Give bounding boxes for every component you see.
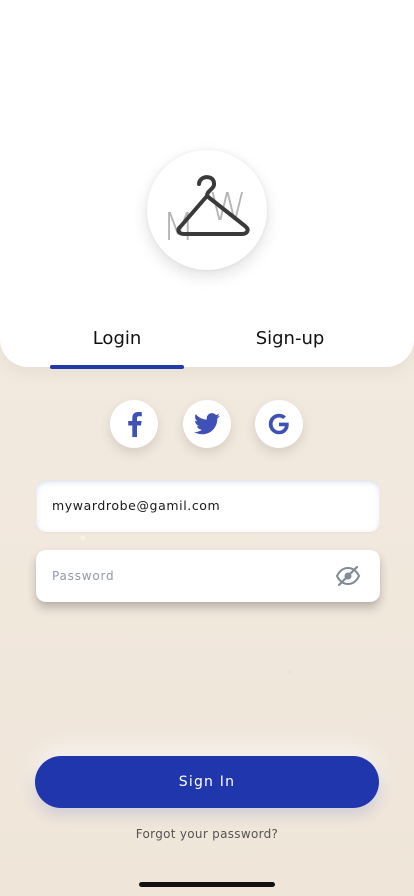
google-login-button[interactable]	[255, 400, 303, 448]
app-logo: M W	[147, 150, 267, 270]
home-indicator	[139, 882, 275, 887]
header-card: M W Login Sign-up	[0, 0, 414, 367]
hanger-icon	[176, 175, 250, 236]
twitter-login-button[interactable]	[183, 400, 231, 448]
facebook-login-button[interactable]	[110, 400, 158, 448]
tab-signup[interactable]: Sign-up	[232, 328, 348, 352]
tab-login[interactable]: Login	[50, 328, 184, 352]
password-field[interactable]: Password	[36, 550, 380, 602]
google-icon	[268, 413, 289, 435]
email-input[interactable]: mywardrobe@gamil.com	[52, 480, 220, 532]
twitter-icon	[194, 413, 220, 435]
forgot-password-link[interactable]: Forgot your password?	[0, 827, 414, 841]
facebook-icon	[128, 412, 142, 437]
email-field[interactable]: mywardrobe@gamil.com	[36, 480, 380, 532]
password-input[interactable]: Password	[52, 550, 114, 602]
sign-in-button[interactable]: Sign In	[35, 756, 379, 808]
active-tab-indicator	[50, 365, 184, 369]
eye-off-icon[interactable]	[336, 565, 360, 587]
